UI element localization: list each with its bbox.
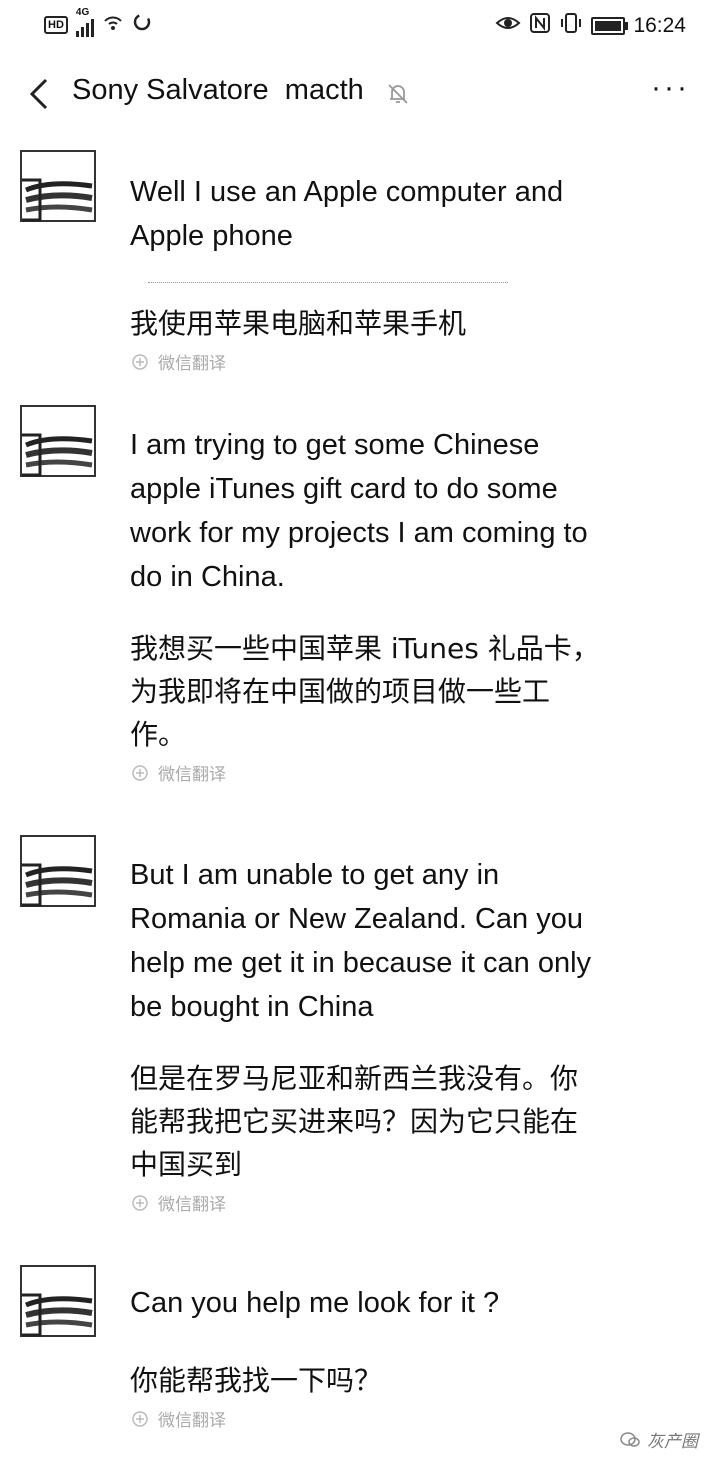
back-button[interactable] — [22, 72, 62, 116]
avatar[interactable] — [20, 405, 96, 477]
translated-text: 我想买一些中国苹果 iTunes 礼品卡，为我即将在中国做的项目做一些工作。 — [130, 632, 600, 751]
watermark-text: 灰产圈 — [647, 1432, 698, 1451]
translation-divider — [148, 282, 508, 284]
message-body: But I am unable to get any in Romania or… — [130, 853, 600, 1215]
translate-label: 微信翻译 — [130, 760, 600, 785]
wechat-icon — [620, 1431, 640, 1447]
watermark: 灰产圈 — [619, 1427, 698, 1452]
message-text: I am trying to get some Chinese apple iT… — [130, 429, 588, 593]
translate-label: 微信翻译 — [130, 349, 600, 374]
battery-icon — [591, 16, 629, 35]
message-body: Well I use an Apple computer and Apple p… — [130, 170, 600, 374]
eye-icon — [495, 13, 521, 38]
hd-badge: HD — [44, 16, 68, 34]
translate-label: 微信翻译 — [130, 1190, 600, 1215]
translate-label-text: 微信翻译 — [158, 1411, 226, 1430]
signal-icon: 4G — [75, 7, 94, 37]
translated-text: 你能帮我找一下吗？ — [130, 1364, 383, 1397]
chat-title[interactable]: Sony Salvatore macth — [72, 74, 364, 107]
translate-icon — [132, 1410, 148, 1427]
wifi-icon — [102, 12, 124, 38]
avatar[interactable] — [20, 150, 96, 222]
status-time: 16:24 — [633, 13, 686, 37]
translate-label-text: 微信翻译 — [158, 354, 226, 373]
nfc-icon — [529, 12, 551, 39]
chevron-left-icon — [29, 78, 48, 110]
avatar[interactable] — [20, 1265, 96, 1337]
status-left: HD 4G — [44, 7, 152, 38]
message-body: Can you help me look for it ? 你能帮我找一下吗？ … — [130, 1281, 600, 1431]
translated-text: 我使用苹果电脑和苹果手机 — [130, 307, 467, 340]
translate-icon — [132, 764, 148, 781]
chat-header: Sony Salvatore macth ··· — [0, 60, 720, 130]
status-right: 16:24 — [495, 12, 686, 39]
message-text: But I am unable to get any in Romania or… — [130, 859, 592, 1023]
bell-off-icon — [384, 80, 412, 108]
vibrate-icon — [559, 12, 583, 39]
sync-icon — [132, 12, 152, 38]
translate-label: 微信翻译 — [130, 1406, 600, 1431]
network-label: 4G — [75, 7, 90, 18]
translated-text: 但是在罗马尼亚和新西兰我没有。你能帮我把它买进来吗？因为它只能在中国买到 — [130, 1062, 579, 1181]
translate-icon — [132, 1194, 148, 1211]
avatar[interactable] — [20, 835, 96, 907]
message-text: Well I use an Apple computer and Apple p… — [130, 176, 564, 252]
message-text: Can you help me look for it ? — [130, 1287, 500, 1319]
status-bar: HD 4G 16:24 — [0, 0, 720, 50]
translate-label-text: 微信翻译 — [158, 765, 226, 784]
translate-label-text: 微信翻译 — [158, 1195, 226, 1214]
message-body: I am trying to get some Chinese apple iT… — [130, 423, 600, 785]
more-button[interactable]: ··· — [651, 73, 690, 103]
translate-icon — [132, 353, 148, 370]
